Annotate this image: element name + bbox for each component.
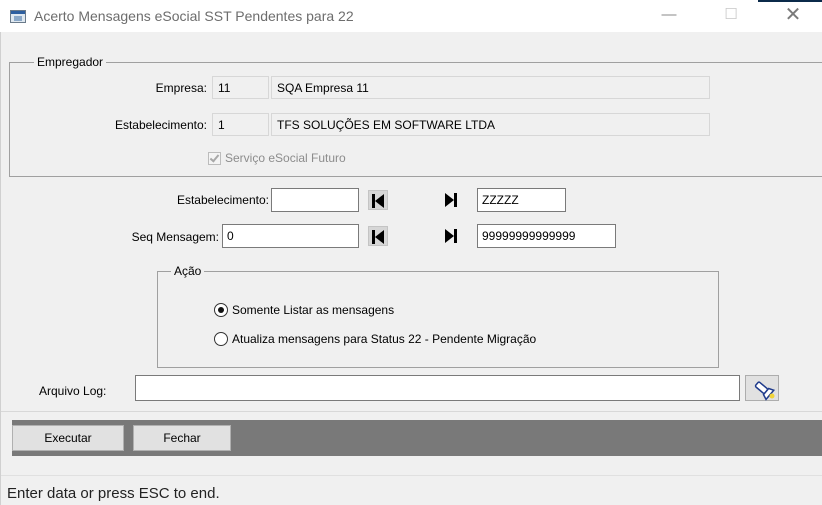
estabelecimento-code-field: 1 xyxy=(212,113,269,136)
radio-selected-dot xyxy=(218,307,224,313)
checkmark-icon xyxy=(209,152,220,163)
estabelecimento-label: Estabelecimento: xyxy=(114,118,207,132)
seq-mensagem-label: Seq Mensagem: xyxy=(131,230,219,244)
window-title: Acerto Mensagens eSocial SST Pendentes p… xyxy=(34,8,354,24)
maximize-button[interactable]: ☐ xyxy=(708,0,754,32)
radio-somente-listar[interactable] xyxy=(214,303,228,317)
empresa-label: Empresa: xyxy=(155,81,207,95)
dialog-client-area: Empregador Empresa: 11 SQA Empresa 11 Es… xyxy=(0,32,822,505)
button-toolbar: Executar Fechar xyxy=(12,420,822,456)
estabelecimento-name-field: TFS SOLUÇÕES EM SOFTWARE LTDA xyxy=(271,113,710,136)
radio-atualiza-mensagens[interactable] xyxy=(214,332,228,346)
acao-group: Ação xyxy=(157,264,719,368)
flashlight-icon xyxy=(754,381,776,401)
arquivo-log-label: Arquivo Log: xyxy=(39,384,107,398)
arquivo-log-input[interactable] xyxy=(135,375,740,401)
estabelecimento-from-input[interactable] xyxy=(271,188,359,212)
radio-somente-listar-label[interactable]: Somente Listar as mensagens xyxy=(232,302,394,318)
minimize-button[interactable]: — xyxy=(646,0,692,32)
first-record-icon[interactable] xyxy=(368,226,388,246)
empresa-name-field: SQA Empresa 11 xyxy=(271,76,710,99)
fechar-button[interactable]: Fechar xyxy=(133,425,231,451)
window-app-icon[interactable] xyxy=(10,10,26,23)
title-bar: Acerto Mensagens eSocial SST Pendentes p… xyxy=(0,0,822,32)
seq-mensagem-from-input[interactable]: 0 xyxy=(222,224,359,248)
servico-esocial-futuro-checkbox[interactable] xyxy=(208,152,221,165)
acao-legend: Ação xyxy=(171,264,205,278)
last-record-icon[interactable] xyxy=(442,190,462,210)
close-button[interactable]: ✕ xyxy=(770,0,816,32)
empregador-legend: Empregador xyxy=(34,55,107,69)
empresa-code-field: 11 xyxy=(212,76,269,99)
executar-button[interactable]: Executar xyxy=(12,425,124,451)
last-record-icon[interactable] xyxy=(442,226,462,246)
status-bar-text: Enter data or press ESC to end. xyxy=(7,485,220,502)
filter-estabelecimento-label: Estabelecimento: xyxy=(176,193,269,207)
status-bar-divider xyxy=(1,475,822,476)
servico-esocial-futuro-label: Serviço eSocial Futuro xyxy=(225,151,346,165)
toolbar-divider xyxy=(1,411,822,412)
estabelecimento-to-input[interactable]: ZZZZZ xyxy=(477,188,566,212)
seq-mensagem-to-input[interactable]: 99999999999999 xyxy=(477,224,616,248)
browse-button[interactable] xyxy=(745,375,779,401)
first-record-icon[interactable] xyxy=(368,190,388,210)
title-bar-accent xyxy=(758,0,822,2)
radio-atualiza-mensagens-label[interactable]: Atualiza mensagens para Status 22 - Pend… xyxy=(232,331,536,347)
